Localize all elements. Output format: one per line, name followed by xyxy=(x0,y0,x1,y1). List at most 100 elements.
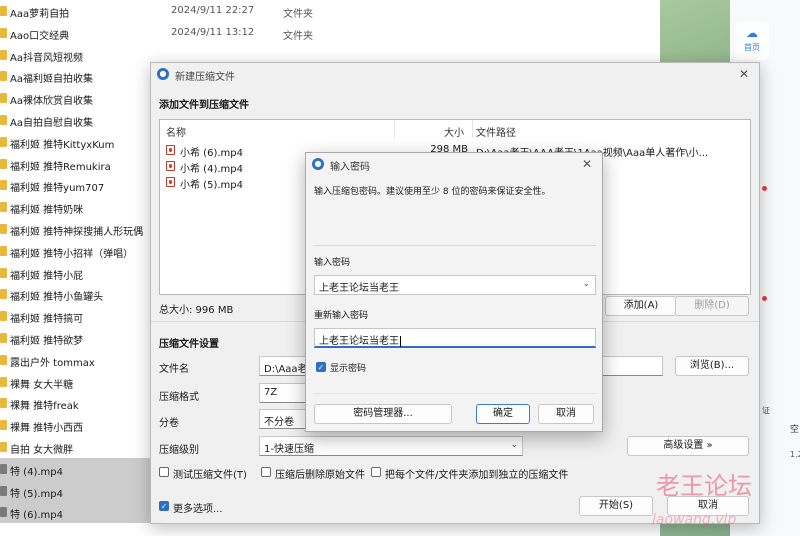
close-icon[interactable]: ✕ xyxy=(578,155,596,173)
item-name: 特 (4).mp4 xyxy=(10,466,63,478)
folder-icon xyxy=(0,93,7,104)
item-name: 福利姬 推特搞可 xyxy=(10,314,84,326)
show-password-label[interactable]: 显示密码 xyxy=(330,361,366,374)
watermark-text: 老王论坛 xyxy=(656,472,752,500)
folder-icon xyxy=(0,27,7,38)
folder-icon xyxy=(0,158,7,169)
dialog-title: 输入密码 xyxy=(330,162,370,173)
file-name: 小希 (6).mp4 xyxy=(180,148,243,159)
item-name: 福利姬 推特神探搜捕人形玩偶 xyxy=(10,227,144,238)
item-name: Aao口交经典 xyxy=(10,30,70,42)
ok-button[interactable]: 确定 xyxy=(476,404,530,424)
password-manager-button[interactable]: 密码管理器... xyxy=(314,404,452,424)
item-date: 2024/9/11 13:12 xyxy=(171,26,255,38)
confirm-password-label: 重新输入密码 xyxy=(314,311,369,321)
password-input[interactable]: 上老王论坛当老王 ⌄ xyxy=(314,275,596,295)
folder-icon xyxy=(0,6,7,16)
column-divider xyxy=(394,120,395,138)
list-item[interactable]: Aaa萝莉自拍 2024/9/11 22:27 文件夹 xyxy=(0,0,430,22)
video-file-icon xyxy=(0,507,7,518)
split-value: 不分卷 xyxy=(264,417,294,428)
password-dialog: ● 输入密码 ✕ 输入压缩包密码。建议使用至少 8 位的密码来保证安全性。 输入… xyxy=(305,152,603,432)
side-text: 证 xyxy=(762,406,770,415)
watermark-url: laowang.vip xyxy=(652,512,737,528)
test-archive-checkbox[interactable] xyxy=(159,467,169,477)
separate-archives-checkbox[interactable] xyxy=(371,467,381,477)
folder-icon xyxy=(0,354,7,365)
folder-icon xyxy=(0,202,7,213)
level-label: 压缩级别 xyxy=(159,445,199,456)
item-name: 福利姬 推特奶咪 xyxy=(10,205,84,217)
app-logo-icon: ● xyxy=(157,68,169,80)
item-name: 福利姬 推特yum707 xyxy=(10,183,105,195)
password-value: 上老王论坛当老王 xyxy=(319,283,399,294)
start-button[interactable]: 开始(S) xyxy=(579,496,653,516)
add-button[interactable]: 添加(A) xyxy=(605,296,677,316)
notification-dot xyxy=(762,186,767,191)
cancel-button[interactable]: 取消 xyxy=(538,404,594,424)
format-value: 7Z xyxy=(264,387,278,398)
home-tile[interactable]: ☁ 首页 xyxy=(735,22,769,60)
folder-icon xyxy=(0,115,7,125)
video-file-icon xyxy=(166,177,175,187)
item-name: Aa福利姬自拍收集 xyxy=(10,74,93,86)
split-select[interactable]: 不分卷 xyxy=(259,409,309,429)
column-header-size[interactable]: 大小 xyxy=(444,124,464,139)
folder-icon xyxy=(0,224,7,234)
chevron-down-icon[interactable]: ⌄ xyxy=(582,279,590,289)
confirm-password-value: 上老王论坛当老王 xyxy=(319,336,399,347)
test-archive-label: 测试压缩文件(T) xyxy=(173,470,247,481)
close-icon[interactable]: ✕ xyxy=(735,65,753,83)
chevron-down-icon: ⌄ xyxy=(510,440,518,450)
browse-button[interactable]: 浏览(B)... xyxy=(675,356,749,376)
list-item[interactable]: Aao口交经典 2024/9/11 13:12 文件夹 xyxy=(0,22,430,44)
confirm-password-input[interactable]: 上老王论坛当老王 xyxy=(314,328,596,348)
item-name: 福利姬 推特KittyxKum xyxy=(10,139,115,151)
delete-after-label: 压缩后删除原始文件 xyxy=(275,470,365,481)
video-file-icon xyxy=(166,161,175,171)
more-options-checkbox[interactable]: ✓ xyxy=(159,501,169,511)
item-name: Aa自拍自慰自收集 xyxy=(10,118,93,129)
item-name: 福利姬 推特小屁 xyxy=(10,270,84,282)
column-header-path[interactable]: 文件路径 xyxy=(476,124,516,139)
item-type: 文件夹 xyxy=(283,9,313,20)
format-select[interactable]: 7Z xyxy=(259,383,309,403)
show-password-checkbox[interactable]: ✓ xyxy=(316,362,326,372)
item-name: 自拍 女大微胖 xyxy=(10,445,74,456)
level-select[interactable]: 1-快速压缩 ⌄ xyxy=(259,436,523,456)
folder-icon xyxy=(0,245,7,256)
item-name: 福利姬 推特小招祥（弹唱） xyxy=(10,248,134,260)
total-size: 总大小: 996 MB xyxy=(159,305,234,316)
advanced-settings-button[interactable]: 高级设置 » xyxy=(627,436,749,456)
file-name: 小希 (4).mp4 xyxy=(180,164,243,175)
delete-after-checkbox[interactable] xyxy=(261,467,271,477)
column-divider xyxy=(472,120,473,138)
folder-icon xyxy=(0,49,7,60)
notification-dot xyxy=(762,296,767,301)
item-name: 裸舞 推特小西西 xyxy=(10,423,84,435)
folder-icon xyxy=(0,398,7,409)
section-header: 添加文件到压缩文件 xyxy=(159,100,249,111)
dialog-title: 新建压缩文件 xyxy=(175,72,235,83)
item-name: Aaa萝莉自拍 xyxy=(10,9,70,20)
app-logo-icon: ● xyxy=(312,158,324,170)
item-name: 裸舞 女大半糖 xyxy=(10,379,74,391)
divider xyxy=(314,245,596,246)
column-header-name[interactable]: 名称 xyxy=(166,124,186,139)
item-name: Aa抖音风短视频 xyxy=(10,52,83,64)
item-date: 2024/9/11 22:27 xyxy=(171,5,255,16)
delete-button[interactable]: 删除(D) xyxy=(675,296,749,316)
video-file-icon xyxy=(0,463,7,474)
folder-icon xyxy=(0,289,7,300)
section-header: 压缩文件设置 xyxy=(159,339,219,350)
video-file-icon xyxy=(166,145,175,155)
home-label: 首页 xyxy=(744,43,760,52)
video-file-icon xyxy=(0,485,7,496)
more-options-label[interactable]: 更多选项... xyxy=(173,500,223,515)
item-name: 露出户外 tommax xyxy=(10,357,95,369)
password-description: 输入压缩包密码。建议使用至少 8 位的密码来保证安全性。 xyxy=(314,187,551,197)
password-label: 输入密码 xyxy=(314,258,351,268)
side-text: 空 xyxy=(790,425,800,435)
folder-icon xyxy=(0,311,7,322)
file-name: 小希 (5).mp4 xyxy=(180,180,243,191)
